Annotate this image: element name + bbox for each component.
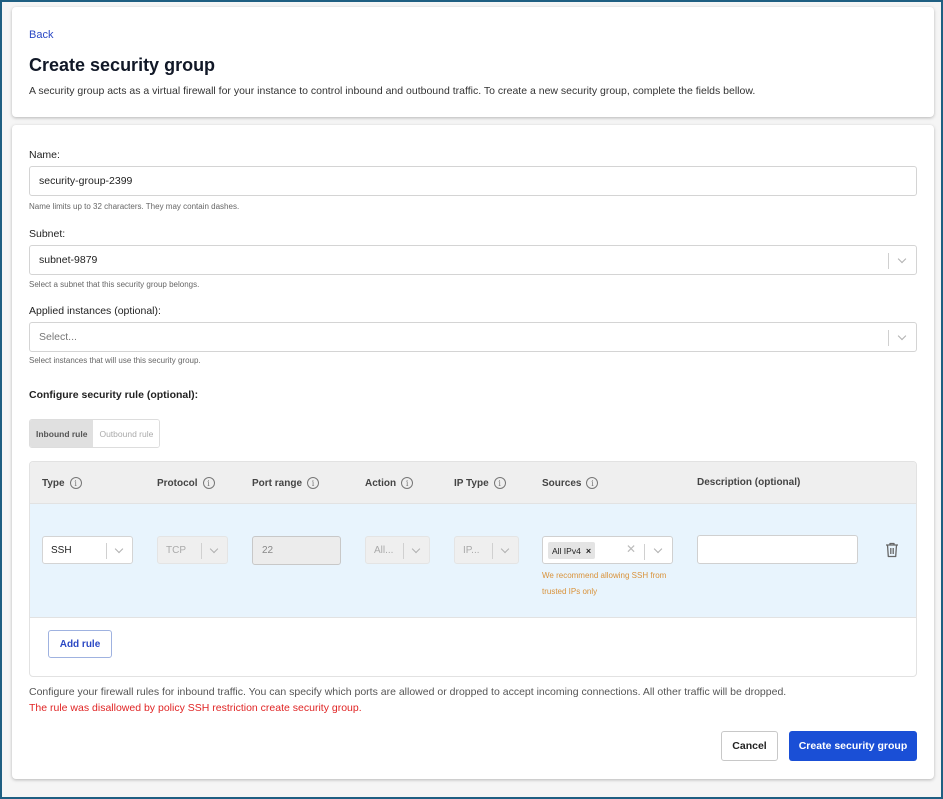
column-header-sources: Sources i <box>542 477 599 489</box>
cancel-button[interactable]: Cancel <box>721 731 778 761</box>
add-rule-button[interactable]: Add rule <box>48 630 112 658</box>
rules-section-label: Configure security rule (optional): <box>29 389 199 401</box>
ip-type-dropdown-toggle[interactable] <box>492 537 518 563</box>
tab-outbound-rule[interactable]: Outbound rule <box>93 420 160 447</box>
column-header-action: Action i <box>365 477 414 489</box>
chevron-down-icon <box>411 544 421 553</box>
subnet-label: Subnet: <box>29 228 66 240</box>
column-header-ip-type: IP Type i <box>454 477 506 489</box>
source-chip: All IPv4 × <box>548 542 596 559</box>
create-security-group-button[interactable]: Create security group <box>789 731 917 761</box>
separator <box>201 543 202 559</box>
create-security-group-form: Name: Name limits up to 32 characters. T… <box>12 125 934 779</box>
error-message: The rule was disallowed by policy SSH re… <box>29 702 362 714</box>
column-label: IP Type <box>454 477 489 489</box>
info-icon[interactable]: i <box>307 477 320 489</box>
info-icon[interactable]: i <box>401 477 414 489</box>
applied-instances-dropdown-toggle[interactable] <box>888 323 916 351</box>
name-input[interactable] <box>39 175 907 187</box>
chevron-down-icon <box>653 544 663 553</box>
port-range-input[interactable]: 22 <box>252 536 341 565</box>
applied-instances-placeholder: Select... <box>39 331 77 343</box>
tab-inbound-rule[interactable]: Inbound rule <box>30 420 94 447</box>
column-label: Sources <box>542 477 582 489</box>
chevron-down-icon <box>209 544 219 553</box>
info-icon[interactable]: i <box>202 477 215 489</box>
page-description: A security group acts as a virtual firew… <box>29 85 756 97</box>
info-icon[interactable]: i <box>69 477 82 489</box>
protocol-select[interactable]: TCP <box>157 536 228 564</box>
subnet-value: subnet-9879 <box>39 254 98 266</box>
chevron-down-icon <box>114 544 124 553</box>
column-label: Protocol <box>157 477 198 489</box>
info-icon[interactable]: i <box>586 477 599 489</box>
subnet-select[interactable]: subnet-9879 <box>29 245 917 275</box>
column-label: Action <box>365 477 397 489</box>
chevron-down-icon <box>500 544 510 553</box>
column-label: Description (optional) <box>697 477 801 488</box>
sources-multiselect[interactable]: All IPv4 × ✕ <box>542 536 673 564</box>
column-header-type: Type i <box>42 477 82 489</box>
separator <box>888 330 889 346</box>
info-icon[interactable]: i <box>493 477 506 489</box>
protocol-value: TCP <box>166 544 186 556</box>
type-select[interactable]: SSH <box>42 536 133 564</box>
page-header-card: Back Create security group A security gr… <box>12 7 934 117</box>
column-header-protocol: Protocol i <box>157 477 215 489</box>
delete-rule-button[interactable] <box>885 542 899 563</box>
type-value: SSH <box>51 544 72 556</box>
description-field[interactable] <box>697 535 858 564</box>
rules-table-header: Type i Protocol i Port range i Action i … <box>30 462 916 504</box>
column-header-description: Description (optional) <box>697 477 800 488</box>
ip-type-value: IP... <box>463 544 480 556</box>
name-label: Name: <box>29 149 60 161</box>
chevron-down-icon <box>897 331 907 340</box>
column-header-port-range: Port range i <box>252 477 320 489</box>
subnet-hint: Select a subnet that this security group… <box>29 280 200 289</box>
type-dropdown-toggle[interactable] <box>106 537 132 563</box>
name-field[interactable] <box>29 166 917 196</box>
column-label: Port range <box>252 477 303 489</box>
protocol-dropdown-toggle[interactable] <box>201 537 227 563</box>
port-range-value: 22 <box>262 545 274 556</box>
subnet-dropdown-toggle[interactable] <box>888 246 916 274</box>
page-title: Create security group <box>29 55 216 75</box>
sources-warning: We recommend allowing SSH from trusted I… <box>542 571 667 596</box>
description-input[interactable] <box>698 536 857 563</box>
rules-table: Type i Protocol i Port range i Action i … <box>29 461 917 677</box>
rule-direction-tabs: Inbound rule Outbound rule <box>29 419 161 448</box>
action-dropdown-toggle[interactable] <box>403 537 429 563</box>
action-value: All... <box>374 544 394 556</box>
trash-icon <box>886 542 898 558</box>
sources-dropdown-toggle[interactable] <box>644 537 672 563</box>
remove-chip-icon[interactable]: × <box>586 546 591 556</box>
separator <box>644 544 645 560</box>
rules-footer-note: Configure your firewall rules for inboun… <box>29 686 787 698</box>
applied-instances-select[interactable]: Select... <box>29 322 917 352</box>
separator <box>403 543 404 559</box>
separator <box>106 543 107 559</box>
ip-type-select[interactable]: IP... <box>454 536 519 564</box>
source-chip-label: All IPv4 <box>552 545 581 556</box>
action-select[interactable]: All... <box>365 536 430 564</box>
back-link[interactable]: Back <box>29 29 53 41</box>
applied-instances-label: Applied instances (optional): <box>29 305 161 317</box>
column-label: Type <box>42 477 65 489</box>
name-hint: Name limits up to 32 characters. They ma… <box>29 202 240 211</box>
separator <box>492 543 493 559</box>
applied-instances-hint: Select instances that will use this secu… <box>29 356 201 365</box>
table-row: SSH TCP 22 All... IP... All IPv4 × ✕ We … <box>30 504 916 618</box>
separator <box>888 253 889 269</box>
chevron-down-icon <box>897 254 907 263</box>
clear-all-icon[interactable]: ✕ <box>626 542 636 556</box>
